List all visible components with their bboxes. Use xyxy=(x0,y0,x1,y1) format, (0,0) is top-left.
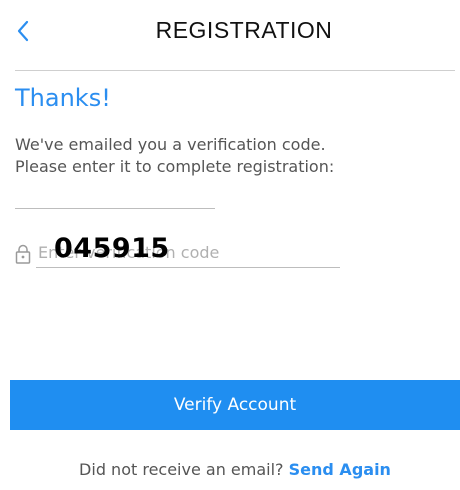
registration-screen: REGISTRATION Thanks! We've emailed you a… xyxy=(0,0,460,490)
page-title: REGISTRATION xyxy=(155,17,333,43)
header: REGISTRATION xyxy=(0,0,460,62)
send-again-link[interactable]: Send Again xyxy=(289,460,391,479)
verification-code-input[interactable]: Enter verification code 045915 xyxy=(36,233,340,268)
resend-prompt: Did not receive an email? xyxy=(79,460,289,479)
thanks-heading: Thanks! xyxy=(15,84,111,112)
divider xyxy=(15,208,215,209)
verification-code-field[interactable]: Enter verification code 045915 xyxy=(12,233,342,270)
message-line-2: Please enter it to complete registration… xyxy=(15,157,335,176)
header-divider xyxy=(15,70,455,71)
lock-icon xyxy=(15,244,31,264)
code-value: 045915 xyxy=(54,233,170,264)
message-line-1: We've emailed you a verification code. xyxy=(15,135,326,154)
instruction-message: We've emailed you a verification code. P… xyxy=(15,134,334,178)
resend-row: Did not receive an email? Send Again xyxy=(0,460,460,479)
verify-account-button[interactable]: Verify Account xyxy=(10,380,460,430)
